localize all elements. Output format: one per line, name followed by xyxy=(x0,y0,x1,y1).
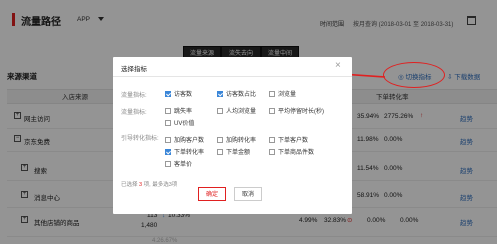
confirm-button[interactable]: 确定 xyxy=(198,187,226,201)
checkbox-label: 加购客户数 xyxy=(174,138,205,144)
checkbox-icon xyxy=(165,90,171,97)
group-label: 流量指标: xyxy=(121,110,147,116)
checkbox-cart-conversion[interactable]: 加购转化率 xyxy=(217,135,256,144)
checkbox-icon xyxy=(217,148,223,155)
checkbox-label: 下单商品件数 xyxy=(278,150,315,156)
checkbox-icon xyxy=(165,160,171,167)
divider xyxy=(113,76,352,77)
checkbox-icon xyxy=(165,148,171,155)
note-suffix: 项, 最多选3项 xyxy=(143,182,178,188)
checkbox-visitor-share[interactable]: 访客数占比 xyxy=(217,89,256,98)
checkbox-label: 访客数 xyxy=(174,92,193,98)
checkbox-icon xyxy=(165,119,171,126)
checkbox-label: 浏览量 xyxy=(278,92,297,98)
checkbox-icon xyxy=(165,107,171,114)
selection-note: 已选择 3 项, 最多选3项 xyxy=(121,180,177,188)
checkbox-avg-views[interactable]: 人均浏览量 xyxy=(217,106,256,115)
checkbox-icon xyxy=(269,148,275,155)
checkbox-bounce-rate[interactable]: 跳失率 xyxy=(165,106,192,115)
group-label: 流量指标: xyxy=(121,93,147,99)
note-prefix: 已选择 xyxy=(121,182,138,188)
close-icon[interactable]: × xyxy=(335,60,341,71)
select-metric-dialog: 选择指标 × 流量指标: 访客数 访客数占比 浏览量 流量指标: 跳失率 人均浏… xyxy=(113,57,352,214)
checkbox-cart-customers[interactable]: 加购客户数 xyxy=(165,135,204,144)
checkbox-order-customers[interactable]: 下单客户数 xyxy=(269,135,308,144)
checkbox-label: 客单价 xyxy=(174,162,193,168)
checkbox-order-conversion[interactable]: 下单转化率 xyxy=(165,147,204,156)
checkbox-avg-stay[interactable]: 平均停留时长(秒) xyxy=(269,106,324,115)
checkbox-label: 下单金额 xyxy=(226,150,251,156)
checkbox-label: 访客数占比 xyxy=(226,92,257,98)
checkbox-uv-value[interactable]: UV价值 xyxy=(165,118,194,127)
checkbox-label: 跳失率 xyxy=(174,109,193,115)
checkbox-icon xyxy=(217,107,223,114)
checkbox-icon xyxy=(217,90,223,97)
checkbox-pageviews[interactable]: 浏览量 xyxy=(269,89,296,98)
checkbox-order-items[interactable]: 下单商品件数 xyxy=(269,147,314,156)
checkbox-order-amount[interactable]: 下单金额 xyxy=(217,147,250,156)
checkbox-icon xyxy=(269,107,275,114)
checkbox-avg-order[interactable]: 客单价 xyxy=(165,159,192,168)
checkbox-label: 下单转化率 xyxy=(174,150,205,156)
checkbox-label: UV价值 xyxy=(174,121,195,127)
checkbox-label: 人均浏览量 xyxy=(226,109,257,115)
checkbox-label: 平均停留时长(秒) xyxy=(278,109,324,115)
group-label: 引导转化指标: xyxy=(121,136,159,142)
checkbox-visitors[interactable]: 访客数 xyxy=(165,89,192,98)
checkbox-label: 加购转化率 xyxy=(226,138,257,144)
cancel-button[interactable]: 取消 xyxy=(234,187,262,201)
dialog-title: 选择指标 xyxy=(121,66,147,73)
checkbox-icon xyxy=(165,136,171,143)
checkbox-icon xyxy=(269,136,275,143)
checkbox-icon xyxy=(217,136,223,143)
checkbox-label: 下单客户数 xyxy=(278,138,309,144)
selected-count: 3 xyxy=(139,182,143,188)
checkbox-icon xyxy=(269,90,275,97)
